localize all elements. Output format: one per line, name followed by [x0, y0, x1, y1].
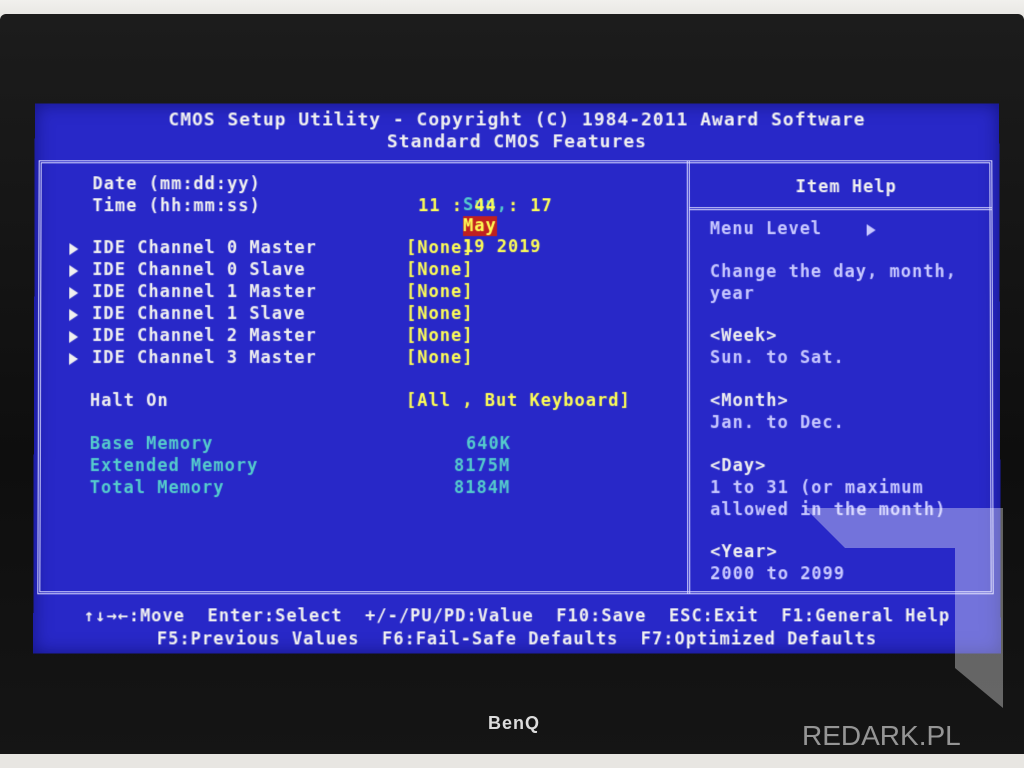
monitor-brand-logo: BenQ: [488, 713, 541, 733]
total-memory-value: 8184M: [453, 478, 511, 499]
date-day-year[interactable]: 19 2019: [463, 237, 542, 257]
help-day-heading: <Day>: [710, 456, 767, 477]
halt-on-label: Halt On: [89, 391, 169, 412]
submenu-arrow-icon: [69, 309, 79, 322]
panel-divider: [686, 160, 691, 595]
help-week-text: Sun. to Sat.: [709, 348, 845, 369]
halt-on-value[interactable]: [All , But Keyboard]: [406, 391, 631, 412]
ide-channel-0-slave-label[interactable]: IDE Channel 0 Slave: [92, 260, 305, 281]
ide-channel-1-slave-value[interactable]: [None]: [406, 304, 473, 325]
total-memory-label: Total Memory: [89, 478, 225, 499]
help-line-1: Change the day, month,: [709, 262, 957, 283]
submenu-arrow-icon: [69, 243, 79, 256]
base-memory-label: Base Memory: [89, 434, 214, 455]
ide-channel-1-master-label[interactable]: IDE Channel 1 Master: [92, 282, 317, 303]
extended-memory-value: 8175M: [453, 456, 511, 477]
bios-title: CMOS Setup Utility - Copyright (C) 1984-…: [168, 109, 866, 131]
menu-level-arrow-icon: [866, 224, 876, 237]
submenu-arrow-icon: [69, 265, 79, 278]
watermark-text: REDARK.PL: [802, 720, 961, 751]
ide-channel-1-slave-label[interactable]: IDE Channel 1 Slave: [92, 304, 305, 325]
ide-channel-2-master-label[interactable]: IDE Channel 2 Master: [92, 326, 317, 347]
submenu-arrow-icon: [69, 353, 79, 366]
ide-channel-0-slave-value[interactable]: [None]: [406, 260, 473, 281]
submenu-arrow-icon: [69, 331, 79, 344]
item-help-title: Item Help: [795, 177, 897, 198]
watermark-logo-icon: [805, 508, 1003, 708]
ide-channel-0-master-value[interactable]: [None]: [406, 238, 473, 259]
date-month-selected[interactable]: May: [463, 216, 497, 237]
base-memory-value: 640K: [465, 434, 511, 455]
ide-channel-0-master-label[interactable]: IDE Channel 0 Master: [92, 238, 317, 259]
ide-channel-1-master-value[interactable]: [None]: [406, 282, 473, 303]
help-month-heading: <Month>: [710, 391, 789, 412]
ide-channel-3-master-label[interactable]: IDE Channel 3 Master: [92, 348, 317, 369]
help-month-text: Jan. to Dec.: [710, 413, 845, 434]
page-title: Standard CMOS Features: [386, 131, 648, 153]
help-line-2: year: [709, 284, 755, 305]
time-value[interactable]: 11 : 44 : 17: [418, 196, 553, 217]
extended-memory-label: Extended Memory: [89, 456, 259, 477]
date-label: Date (mm:dd:yy): [92, 174, 261, 195]
help-year-heading: <Year>: [710, 542, 778, 563]
help-day-text-1: 1 to 31 (or maximum: [710, 478, 924, 499]
menu-level-label: Menu Level: [709, 219, 823, 240]
ide-channel-3-master-value[interactable]: [None]: [406, 348, 473, 369]
help-title-divider: [689, 207, 993, 211]
bios-header: CMOS Setup Utility - Copyright (C) 1984-…: [35, 109, 1000, 153]
time-label: Time (hh:mm:ss): [92, 196, 261, 217]
help-week-heading: <Week>: [709, 326, 778, 347]
submenu-arrow-icon: [69, 287, 79, 300]
ide-channel-2-master-value[interactable]: [None]: [406, 326, 473, 347]
